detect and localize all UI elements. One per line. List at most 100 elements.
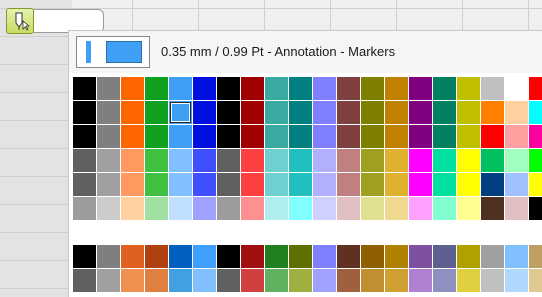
line-style-preview[interactable] (76, 36, 150, 68)
color-swatch[interactable] (169, 101, 192, 124)
color-swatch[interactable] (409, 221, 432, 244)
color-swatch[interactable] (505, 269, 528, 292)
color-swatch[interactable] (193, 197, 216, 220)
color-swatch[interactable] (361, 269, 384, 292)
color-swatch[interactable] (97, 221, 120, 244)
color-swatch[interactable] (97, 173, 120, 196)
color-swatch[interactable] (265, 245, 288, 268)
color-swatch[interactable] (169, 125, 192, 148)
color-swatch[interactable] (313, 221, 336, 244)
color-swatch[interactable] (241, 125, 264, 148)
color-swatch[interactable] (505, 125, 528, 148)
color-swatch[interactable] (361, 221, 384, 244)
color-swatch[interactable] (337, 221, 360, 244)
color-swatch[interactable] (73, 101, 96, 124)
color-swatch[interactable] (217, 149, 240, 172)
color-swatch[interactable] (409, 125, 432, 148)
color-swatch[interactable] (217, 245, 240, 268)
color-swatch[interactable] (217, 221, 240, 244)
color-swatch[interactable] (457, 173, 480, 196)
color-swatch[interactable] (337, 173, 360, 196)
color-swatch[interactable] (481, 149, 504, 172)
color-swatch[interactable] (193, 245, 216, 268)
color-swatch[interactable] (97, 101, 120, 124)
color-swatch[interactable] (145, 245, 168, 268)
color-swatch[interactable] (481, 125, 504, 148)
color-swatch[interactable] (361, 173, 384, 196)
color-swatch[interactable] (457, 77, 480, 100)
color-swatch[interactable] (121, 173, 144, 196)
color-swatch[interactable] (241, 197, 264, 220)
color-swatch[interactable] (433, 269, 456, 292)
color-swatch[interactable] (169, 149, 192, 172)
color-swatch[interactable] (97, 125, 120, 148)
color-swatch[interactable] (121, 125, 144, 148)
color-swatch[interactable] (193, 125, 216, 148)
color-swatch[interactable] (169, 269, 192, 292)
color-swatch[interactable] (313, 125, 336, 148)
color-swatch[interactable] (337, 125, 360, 148)
color-swatch[interactable] (289, 269, 312, 292)
color-swatch[interactable] (457, 101, 480, 124)
color-swatch[interactable] (529, 101, 542, 124)
marker-tool-button[interactable] (6, 8, 34, 34)
color-swatch[interactable] (145, 221, 168, 244)
color-swatch[interactable] (217, 173, 240, 196)
color-swatch[interactable] (457, 221, 480, 244)
color-swatch[interactable] (433, 197, 456, 220)
color-swatch[interactable] (505, 101, 528, 124)
color-swatch[interactable] (265, 101, 288, 124)
color-swatch[interactable] (217, 77, 240, 100)
color-swatch[interactable] (529, 77, 542, 100)
color-swatch[interactable] (505, 221, 528, 244)
color-swatch[interactable] (409, 149, 432, 172)
color-swatch[interactable] (313, 149, 336, 172)
color-swatch[interactable] (385, 101, 408, 124)
color-swatch[interactable] (193, 101, 216, 124)
color-swatch[interactable] (289, 197, 312, 220)
color-swatch[interactable] (529, 197, 542, 220)
color-swatch[interactable] (457, 149, 480, 172)
color-swatch[interactable] (385, 245, 408, 268)
color-swatch[interactable] (73, 77, 96, 100)
color-swatch[interactable] (337, 149, 360, 172)
color-swatch[interactable] (97, 77, 120, 100)
color-swatch[interactable] (265, 173, 288, 196)
color-swatch[interactable] (121, 269, 144, 292)
color-swatch[interactable] (289, 101, 312, 124)
color-swatch[interactable] (289, 221, 312, 244)
color-swatch[interactable] (337, 101, 360, 124)
color-swatch[interactable] (313, 101, 336, 124)
color-swatch[interactable] (313, 77, 336, 100)
color-swatch[interactable] (265, 149, 288, 172)
color-swatch[interactable] (361, 245, 384, 268)
color-swatch[interactable] (481, 269, 504, 292)
color-swatch[interactable] (289, 125, 312, 148)
color-swatch[interactable] (169, 197, 192, 220)
color-swatch[interactable] (145, 269, 168, 292)
color-swatch[interactable] (505, 149, 528, 172)
color-swatch[interactable] (73, 245, 96, 268)
color-swatch[interactable] (217, 197, 240, 220)
color-swatch[interactable] (121, 197, 144, 220)
color-swatch[interactable] (97, 245, 120, 268)
color-swatch[interactable] (505, 173, 528, 196)
color-swatch[interactable] (73, 125, 96, 148)
color-swatch[interactable] (73, 149, 96, 172)
color-swatch[interactable] (73, 221, 96, 244)
color-swatch[interactable] (193, 269, 216, 292)
color-swatch[interactable] (457, 125, 480, 148)
color-swatch[interactable] (313, 269, 336, 292)
color-swatch[interactable] (289, 149, 312, 172)
color-swatch[interactable] (289, 77, 312, 100)
color-swatch[interactable] (169, 173, 192, 196)
color-swatch[interactable] (73, 197, 96, 220)
color-swatch[interactable] (529, 149, 542, 172)
color-swatch[interactable] (409, 77, 432, 100)
color-swatch[interactable] (313, 197, 336, 220)
color-swatch[interactable] (337, 77, 360, 100)
color-swatch[interactable] (337, 245, 360, 268)
color-swatch[interactable] (241, 77, 264, 100)
color-swatch[interactable] (409, 197, 432, 220)
color-swatch[interactable] (529, 269, 542, 292)
